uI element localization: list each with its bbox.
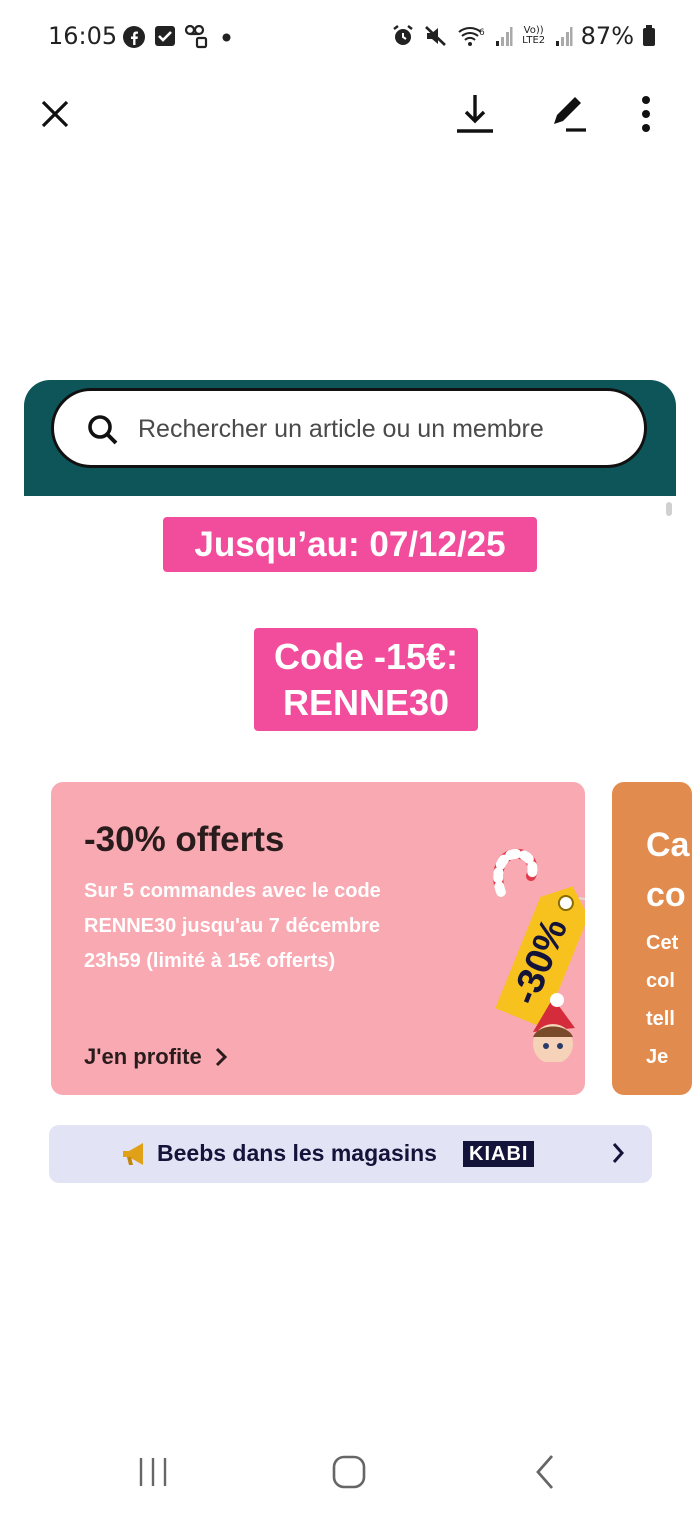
home-icon bbox=[332, 1455, 366, 1489]
voicemail-icon bbox=[184, 25, 208, 49]
megaphone-icon bbox=[123, 1143, 143, 1165]
promo-cta-label: J'en profite bbox=[84, 1044, 202, 1069]
next-card-cta: Je bbox=[646, 1046, 669, 1068]
search-icon bbox=[88, 415, 118, 445]
volte-label: Vo)) LTE2 bbox=[522, 25, 546, 46]
store-banner[interactable]: Beebs dans les magasins KIABI bbox=[49, 1125, 652, 1183]
download-icon bbox=[457, 95, 493, 133]
search-bar[interactable]: Rechercher un article ou un membre bbox=[51, 388, 647, 468]
back-icon bbox=[536, 1455, 554, 1489]
alarm-icon bbox=[392, 25, 413, 45]
more-vert-icon bbox=[642, 96, 650, 132]
home-button[interactable] bbox=[319, 1442, 379, 1502]
close-icon bbox=[41, 100, 69, 128]
wifi-icon: 6 bbox=[458, 27, 485, 46]
next-card-body: Cet col tell bbox=[646, 932, 679, 1030]
chevron-right-icon bbox=[215, 1047, 227, 1067]
signal-icon bbox=[555, 27, 573, 46]
promo-title: -30% offerts bbox=[84, 820, 285, 859]
code-label: Code -15€: bbox=[273, 636, 459, 677]
status-right-cluster: 6 Vo)) LTE2 87% bbox=[391, 22, 656, 50]
facebook-icon bbox=[123, 26, 145, 48]
app-header: Rechercher un article ou un membre bbox=[24, 380, 676, 496]
battery-percent: 87% bbox=[580, 22, 634, 50]
check-box-icon bbox=[155, 26, 175, 46]
battery-icon bbox=[643, 25, 655, 46]
price-tag-illustration: -30% bbox=[493, 848, 585, 1062]
promo-description: Sur 5 commandes avec le code RENNE30 jus… bbox=[84, 880, 381, 972]
next-card-title: Ca co bbox=[646, 826, 690, 914]
kiabi-logo: KIABI bbox=[463, 1141, 535, 1167]
status-time: 16:05 bbox=[48, 22, 118, 50]
close-button[interactable] bbox=[29, 88, 81, 140]
svg-text:6: 6 bbox=[479, 28, 485, 38]
back-button[interactable] bbox=[515, 1442, 575, 1502]
scrollbar-thumb[interactable] bbox=[666, 502, 672, 516]
edit-button[interactable] bbox=[542, 88, 594, 140]
recent-apps-icon bbox=[139, 1458, 167, 1486]
promo-code-pill: Code -15€: RENNE30 bbox=[254, 628, 478, 731]
search-placeholder: Rechercher un article ou un membre bbox=[138, 415, 544, 443]
more-options-button[interactable] bbox=[620, 88, 672, 140]
download-button[interactable] bbox=[449, 88, 501, 140]
viewed-image: Rechercher un article ou un membre Jusqu… bbox=[24, 380, 692, 1200]
edit-icon bbox=[554, 97, 586, 132]
viewer-toolbar bbox=[0, 76, 700, 152]
signal-icon bbox=[495, 27, 513, 46]
recent-apps-button[interactable] bbox=[123, 1442, 183, 1502]
mute-icon bbox=[424, 26, 446, 46]
chevron-right-icon bbox=[612, 1143, 625, 1163]
dot-icon bbox=[222, 33, 231, 42]
promo-card-next[interactable]: Ca co Cet col tell Je bbox=[612, 782, 692, 1095]
promo-card[interactable]: -30% offerts Sur 5 commandes avec le cod… bbox=[51, 782, 585, 1095]
store-banner-text: Beebs dans les magasins bbox=[157, 1140, 437, 1166]
date-pill: Jusqu’au: 07/12/25 bbox=[163, 517, 537, 572]
status-bar: 16:05 6 Vo)) LTE2 87% bbox=[0, 0, 700, 76]
code-value: RENNE30 bbox=[282, 682, 450, 723]
system-nav-bar bbox=[0, 1432, 700, 1512]
promo-cta-link[interactable]: J'en profite bbox=[84, 1044, 228, 1070]
